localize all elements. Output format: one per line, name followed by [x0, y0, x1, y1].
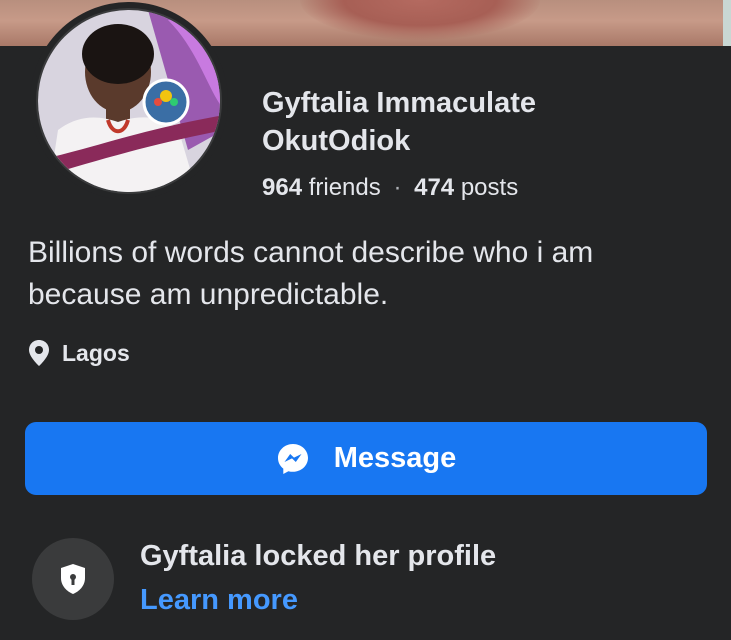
message-button[interactable]: Message [25, 422, 707, 495]
profile-stats: 964 friends · 474 posts [262, 174, 518, 202]
message-button-label: Message [333, 442, 457, 474]
location-label: Lagos [62, 339, 130, 366]
lock-notice-icon-circle [32, 538, 114, 620]
profile-location: Lagos [28, 339, 130, 367]
location-pin-icon [29, 340, 49, 366]
cover-photo-detail [300, 0, 540, 40]
posts-count: 474 [414, 174, 455, 201]
avatar-image [38, 10, 220, 192]
posts-label: posts [460, 174, 519, 201]
learn-more-link[interactable]: Learn more [140, 584, 298, 617]
cover-photo-edge [723, 0, 731, 46]
stats-separator: · [393, 174, 402, 201]
profile-picture[interactable] [30, 2, 228, 200]
friends-count[interactable]: 964 [262, 174, 302, 201]
shield-lock-icon [61, 564, 85, 594]
messenger-icon [277, 443, 308, 474]
avatar [36, 8, 222, 194]
profile-name: Gyftalia Immaculate OkutOdiok [262, 87, 536, 157]
friends-label[interactable]: friends [309, 174, 381, 201]
lock-notice-title: Gyftalia locked her profile [140, 540, 497, 572]
profile-bio: Billions of words cannot describe who i … [28, 236, 594, 311]
